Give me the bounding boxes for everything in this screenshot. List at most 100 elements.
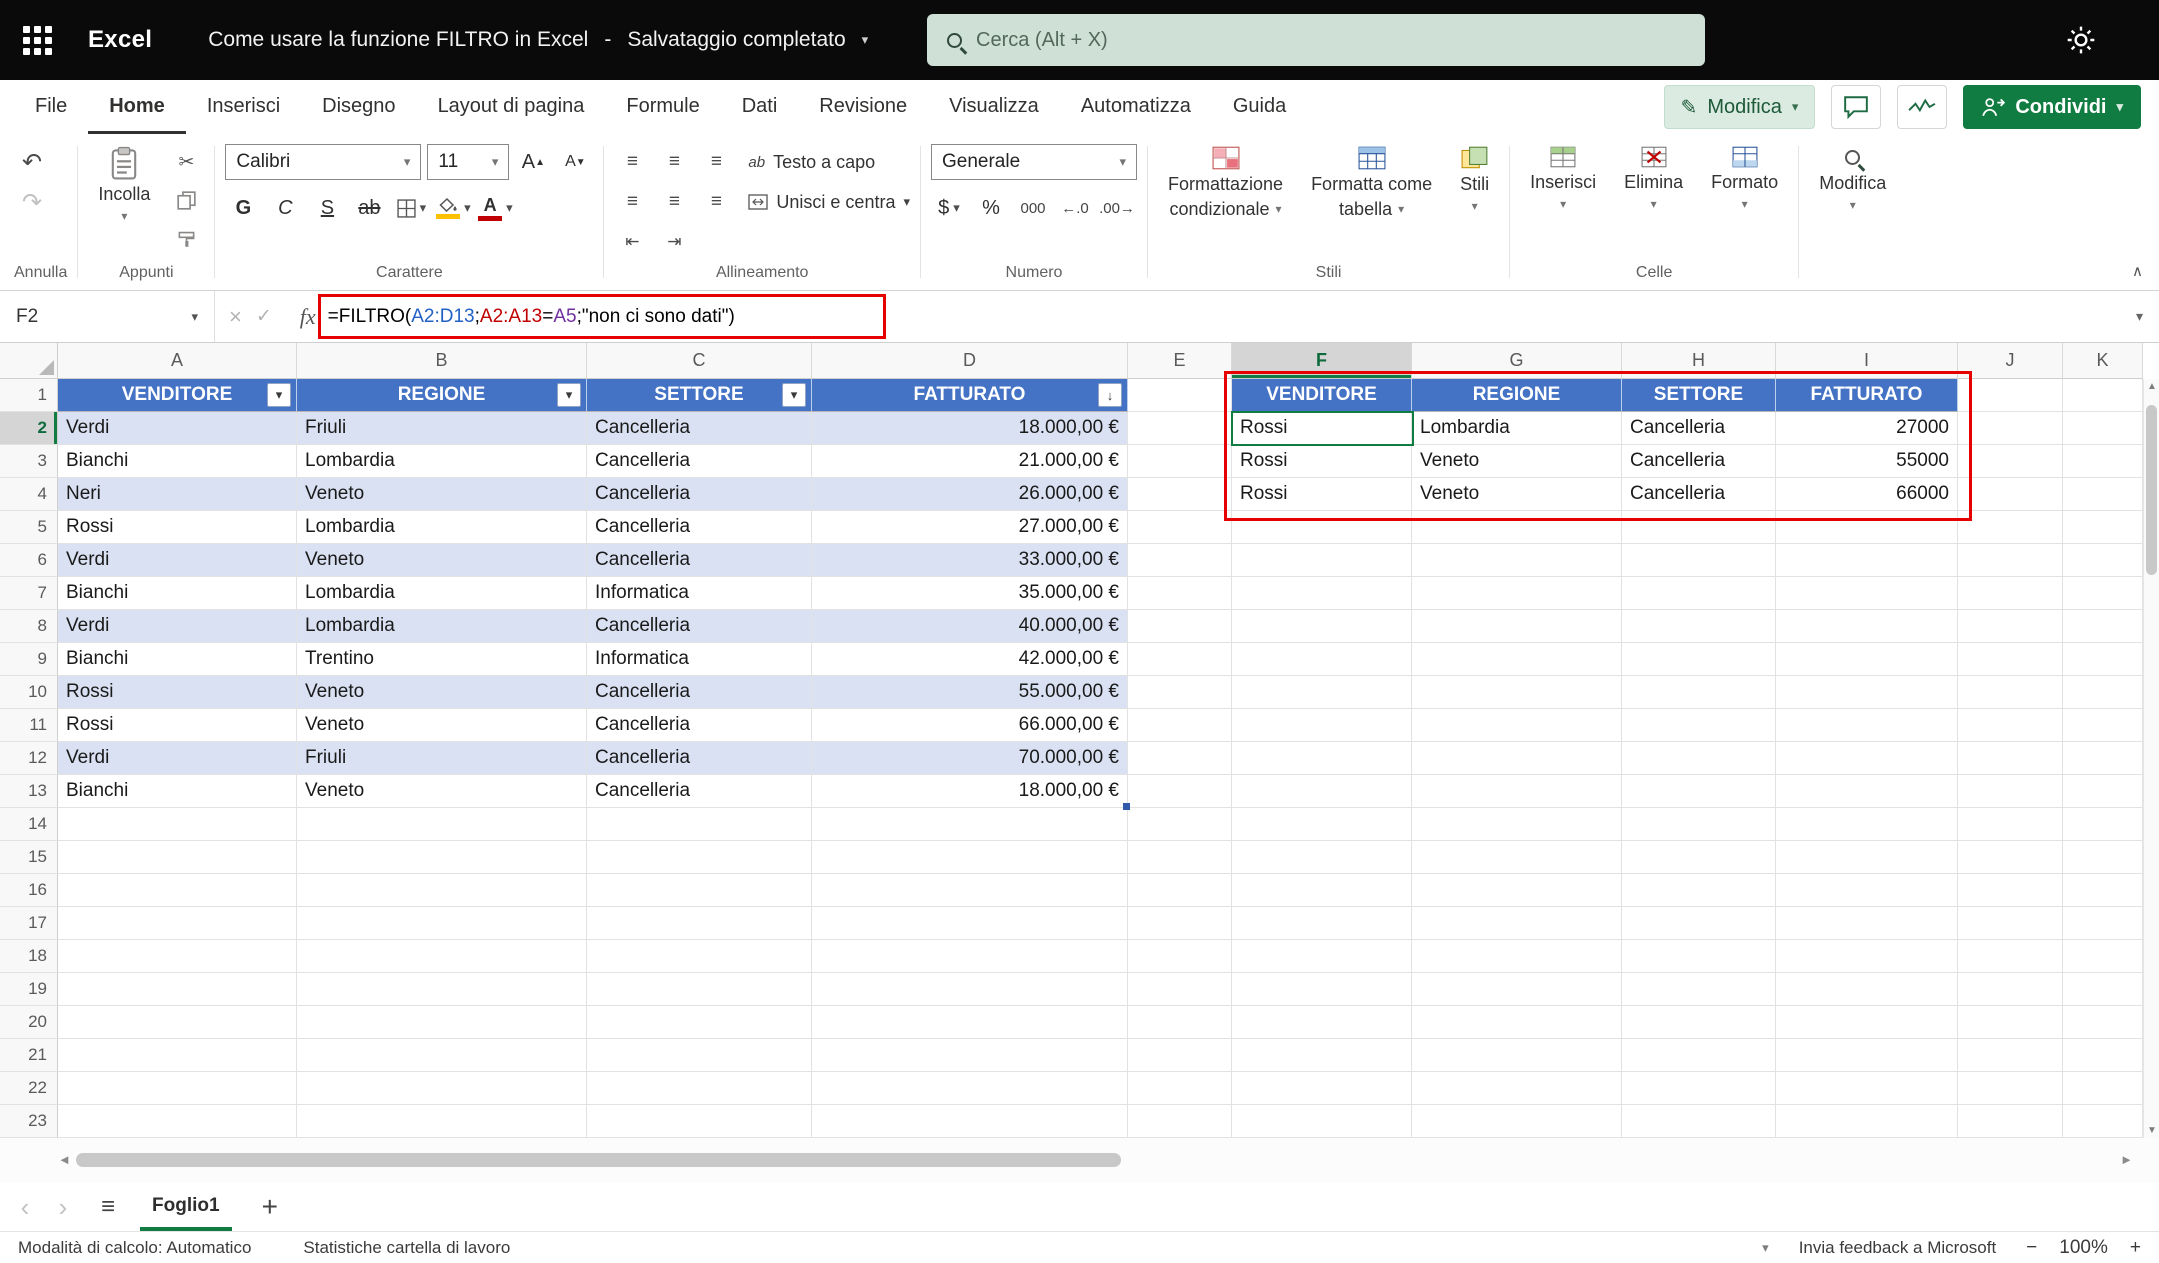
vertical-scrollbar[interactable]: ▲ ▼ bbox=[2143, 379, 2159, 1138]
undo-button[interactable]: ↶ bbox=[14, 144, 50, 180]
cell-B19[interactable] bbox=[297, 973, 587, 1006]
cell-I10[interactable] bbox=[1776, 676, 1958, 709]
cell-E12[interactable] bbox=[1128, 742, 1232, 775]
cell-K8[interactable] bbox=[2063, 610, 2143, 643]
cell-A22[interactable] bbox=[58, 1072, 297, 1105]
confirm-entry-button[interactable]: ✓ bbox=[256, 305, 272, 328]
decrease-indent-button[interactable]: ⇤ bbox=[614, 224, 650, 260]
cell-F6[interactable] bbox=[1232, 544, 1412, 577]
cell-H20[interactable] bbox=[1622, 1006, 1776, 1039]
share-button[interactable]: Condividi ▾ bbox=[1963, 85, 2141, 129]
cell-E22[interactable] bbox=[1128, 1072, 1232, 1105]
cell-H17[interactable] bbox=[1622, 907, 1776, 940]
decrease-decimal-button[interactable]: .00→ bbox=[1099, 190, 1135, 226]
cell-D2[interactable]: 18.000,00 € bbox=[812, 412, 1128, 445]
cell-H11[interactable] bbox=[1622, 709, 1776, 742]
cell-G13[interactable] bbox=[1412, 775, 1622, 808]
tab-revisione[interactable]: Revisione bbox=[798, 80, 928, 134]
tab-visualizza[interactable]: Visualizza bbox=[928, 80, 1060, 134]
cell-B2[interactable]: Friuli bbox=[297, 412, 587, 445]
next-sheet-arrow[interactable]: › bbox=[50, 1192, 76, 1223]
cell-D13[interactable]: 18.000,00 € bbox=[812, 775, 1128, 808]
workbook-stats-button[interactable]: Statistiche cartella di lavoro bbox=[303, 1238, 510, 1258]
cell-G14[interactable] bbox=[1412, 808, 1622, 841]
increase-indent-button[interactable]: ⇥ bbox=[656, 224, 692, 260]
row-header-3[interactable]: 3 bbox=[0, 445, 58, 478]
cell-I1[interactable]: FATTURATO bbox=[1776, 379, 1958, 412]
cell-G16[interactable] bbox=[1412, 874, 1622, 907]
cell-K5[interactable] bbox=[2063, 511, 2143, 544]
italic-button[interactable]: C bbox=[267, 190, 303, 226]
tab-disegno[interactable]: Disegno bbox=[301, 80, 416, 134]
cell-B10[interactable]: Veneto bbox=[297, 676, 587, 709]
cell-K2[interactable] bbox=[2063, 412, 2143, 445]
cell-H15[interactable] bbox=[1622, 841, 1776, 874]
filter-button-fatturato[interactable]: ↓ bbox=[1098, 383, 1122, 407]
cell-A1[interactable]: VENDITORE▾ bbox=[58, 379, 297, 412]
cell-K1[interactable] bbox=[2063, 379, 2143, 412]
row-header-11[interactable]: 11 bbox=[0, 709, 58, 742]
row-header-8[interactable]: 8 bbox=[0, 610, 58, 643]
zoom-in-button[interactable]: + bbox=[2130, 1237, 2141, 1259]
cell-G2[interactable]: Lombardia bbox=[1412, 412, 1622, 445]
cell-E21[interactable] bbox=[1128, 1039, 1232, 1072]
cell-D12[interactable]: 70.000,00 € bbox=[812, 742, 1128, 775]
cell-J19[interactable] bbox=[1958, 973, 2063, 1006]
tab-file[interactable]: File bbox=[14, 80, 88, 134]
editing-find-button[interactable]: Modifica ▾ bbox=[1809, 144, 1896, 214]
cell-J1[interactable] bbox=[1958, 379, 2063, 412]
cell-D22[interactable] bbox=[812, 1072, 1128, 1105]
cell-D5[interactable]: 27.000,00 € bbox=[812, 511, 1128, 544]
cell-C4[interactable]: Cancelleria bbox=[587, 478, 812, 511]
cell-C7[interactable]: Informatica bbox=[587, 577, 812, 610]
cell-A14[interactable] bbox=[58, 808, 297, 841]
filter-button-regione[interactable]: ▾ bbox=[557, 383, 581, 407]
cell-H22[interactable] bbox=[1622, 1072, 1776, 1105]
cell-G4[interactable]: Veneto bbox=[1412, 478, 1622, 511]
expand-formula-bar-button[interactable]: ▾ bbox=[2136, 308, 2143, 325]
cell-I5[interactable] bbox=[1776, 511, 1958, 544]
cell-F20[interactable] bbox=[1232, 1006, 1412, 1039]
cell-F7[interactable] bbox=[1232, 577, 1412, 610]
format-as-table-button[interactable]: Formatta come tabella ▾ bbox=[1301, 144, 1442, 222]
cell-F19[interactable] bbox=[1232, 973, 1412, 1006]
cell-J6[interactable] bbox=[1958, 544, 2063, 577]
select-all-corner[interactable] bbox=[0, 343, 58, 379]
tab-guida[interactable]: Guida bbox=[1212, 80, 1307, 134]
cell-F17[interactable] bbox=[1232, 907, 1412, 940]
insert-cells-button[interactable]: Inserisci ▾ bbox=[1520, 144, 1606, 213]
cell-E8[interactable] bbox=[1128, 610, 1232, 643]
cell-E19[interactable] bbox=[1128, 973, 1232, 1006]
cell-E7[interactable] bbox=[1128, 577, 1232, 610]
cell-D4[interactable]: 26.000,00 € bbox=[812, 478, 1128, 511]
cell-F12[interactable] bbox=[1232, 742, 1412, 775]
zoom-level[interactable]: 100% bbox=[2059, 1237, 2108, 1259]
cell-B23[interactable] bbox=[297, 1105, 587, 1138]
cell-G9[interactable] bbox=[1412, 643, 1622, 676]
cell-B15[interactable] bbox=[297, 841, 587, 874]
cell-B21[interactable] bbox=[297, 1039, 587, 1072]
cell-K7[interactable] bbox=[2063, 577, 2143, 610]
search-box[interactable] bbox=[927, 14, 1705, 66]
cell-E11[interactable] bbox=[1128, 709, 1232, 742]
cell-H3[interactable]: Cancelleria bbox=[1622, 445, 1776, 478]
underline-button[interactable]: S bbox=[309, 190, 345, 226]
strikethrough-button[interactable]: ab bbox=[351, 190, 387, 226]
cell-E6[interactable] bbox=[1128, 544, 1232, 577]
cell-B14[interactable] bbox=[297, 808, 587, 841]
cell-A16[interactable] bbox=[58, 874, 297, 907]
cell-G22[interactable] bbox=[1412, 1072, 1622, 1105]
cell-E3[interactable] bbox=[1128, 445, 1232, 478]
document-title-area[interactable]: Come usare la funzione FILTRO in Excel -… bbox=[208, 28, 868, 52]
cell-B22[interactable] bbox=[297, 1072, 587, 1105]
cell-H23[interactable] bbox=[1622, 1105, 1776, 1138]
cell-K21[interactable] bbox=[2063, 1039, 2143, 1072]
align-middle-button[interactable]: ≡ bbox=[656, 144, 692, 180]
cell-F21[interactable] bbox=[1232, 1039, 1412, 1072]
calc-mode-status[interactable]: Modalità di calcolo: Automatico bbox=[18, 1238, 251, 1258]
cell-G19[interactable] bbox=[1412, 973, 1622, 1006]
tab-home[interactable]: Home bbox=[88, 80, 186, 134]
cell-F8[interactable] bbox=[1232, 610, 1412, 643]
cell-J21[interactable] bbox=[1958, 1039, 2063, 1072]
cell-E10[interactable] bbox=[1128, 676, 1232, 709]
